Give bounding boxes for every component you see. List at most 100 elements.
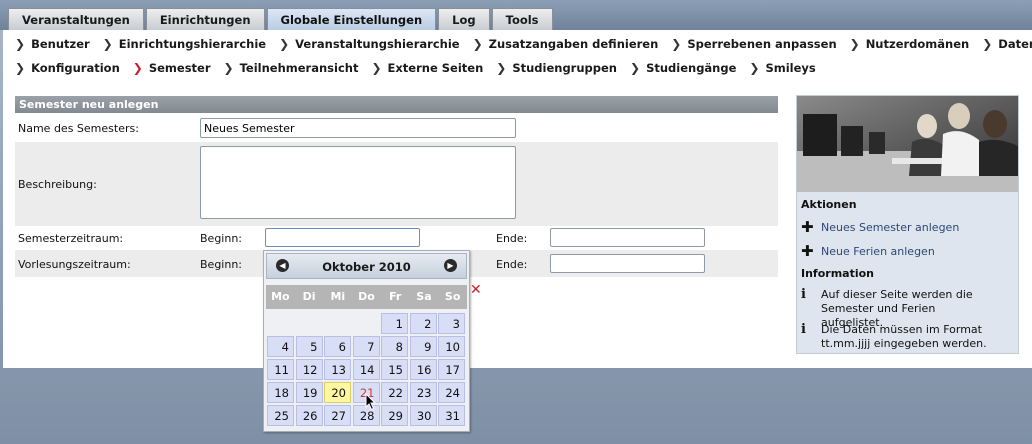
semester-end-input[interactable]	[550, 228, 705, 247]
chevron-right-icon: ❯	[982, 37, 993, 51]
subnav-item-studiengruppen[interactable]: ❯ Studiengruppen	[496, 61, 617, 75]
calendar-day[interactable]: 15	[381, 359, 408, 380]
subnav-label: Einrichtungshierarchie	[118, 37, 267, 51]
tab-globale-einstellungen[interactable]: Globale Einstellungen	[266, 8, 437, 31]
lecture-end-input[interactable]	[550, 254, 705, 273]
subnav-label: Studiengänge	[646, 61, 737, 75]
subnav-row-1: ❯ Benutzer ❯ Einrichtungshierarchie ❯ Veranst…	[15, 37, 1032, 51]
chevron-right-icon: ❯	[223, 61, 234, 75]
mouse-pointer-icon	[365, 393, 377, 411]
calendar-day[interactable]: 11	[267, 359, 294, 380]
calendar-day[interactable]: 29	[381, 405, 408, 426]
calendar-day[interactable]: 4	[267, 336, 294, 357]
calendar-day[interactable]: 31	[438, 405, 465, 426]
content-area: ❯ Benutzer ❯ Einrichtungshierarchie ❯ Veranst…	[3, 30, 1032, 368]
subnav-item-veranstaltungshierarchie[interactable]: ❯ Veranstaltungshierarchie	[279, 37, 460, 51]
calendar-empty-cell	[267, 313, 294, 334]
calendar-empty-cell	[324, 313, 351, 334]
subnav-item-einrichtungshierarchie[interactable]: ❯ Einrichtungshierarchie	[103, 37, 266, 51]
chevron-right-icon: ❯	[472, 37, 483, 51]
description-textarea[interactable]	[200, 146, 516, 219]
subnav-item-datenfelder[interactable]: ❯ Datenfelder	[982, 37, 1032, 51]
subnav-label: Smileys	[765, 61, 816, 75]
calendar-day[interactable]: 16	[409, 359, 437, 380]
subnav-item-konfiguration[interactable]: ❯ Konfiguration	[15, 61, 120, 75]
semester-end-label: Ende:	[496, 232, 528, 245]
subnav-item-teilnehmeransicht[interactable]: ❯ Teilnehmeransicht	[224, 61, 359, 75]
weekday-header: Mo Di Mi Do Fr Sa So	[266, 285, 467, 309]
weekday-label: So	[444, 290, 461, 303]
subnav-label: Teilnehmeransicht	[239, 61, 359, 75]
subnav-item-benutzer[interactable]: ❯ Benutzer	[15, 37, 90, 51]
row-name: Name des Semesters:	[15, 114, 778, 142]
calendar-empty-cell	[353, 313, 380, 334]
description-label: Beschreibung:	[18, 178, 97, 191]
subnav-item-zusatzangaben-definieren[interactable]: ❯ Zusatzangaben definieren	[473, 37, 659, 51]
calendar-day[interactable]: 3	[438, 313, 465, 334]
calendar-day[interactable]: 12	[295, 359, 323, 380]
calendar-day[interactable]: 5	[295, 336, 323, 357]
calendar-day[interactable]: 17	[438, 359, 465, 380]
calendar-day[interactable]: 23	[409, 382, 437, 403]
calendar-day[interactable]: 8	[381, 336, 408, 357]
calendar-day[interactable]: 14	[352, 359, 380, 380]
calendar-day[interactable]: 27	[324, 405, 351, 426]
weekday-label: Mi	[330, 290, 346, 303]
subnav-item-smileys[interactable]: ❯ Smileys	[749, 61, 815, 75]
close-calendar-icon[interactable]: ✕	[470, 282, 482, 300]
tab-einrichtungen[interactable]: Einrichtungen	[145, 8, 265, 30]
new-holidays-label: Neue Ferien anlegen	[821, 244, 935, 258]
calendar-day[interactable]: 20	[324, 382, 351, 403]
chevron-right-icon: ❯	[15, 61, 26, 75]
subnav-label: Datenfelder	[998, 37, 1032, 51]
calendar-day[interactable]: 2	[409, 313, 437, 334]
tab-tools[interactable]: Tools	[491, 8, 553, 30]
form-header: Semester neu anlegen	[15, 96, 778, 113]
calendar-day[interactable]: 30	[409, 405, 437, 426]
subnav-item-studieng-nge[interactable]: ❯ Studiengänge	[630, 61, 736, 75]
semester-name-input[interactable]	[200, 118, 516, 138]
calendar-day[interactable]: 7	[352, 336, 380, 357]
calendar-day[interactable]: 24	[438, 382, 465, 403]
calendar-day[interactable]: 9	[409, 336, 437, 357]
semester-begin-label: Beginn:	[200, 232, 243, 245]
top-tab-bar: Veranstaltungen Einrichtungen Globale Eins…	[0, 0, 1032, 31]
row-semester-period: Semesterzeitraum: Beginn: Ende:	[15, 226, 778, 250]
main-tabs: Veranstaltungen Einrichtungen Globale Eins…	[8, 8, 555, 31]
new-holidays-link[interactable]: ✚ Neue Ferien anlegen	[801, 242, 935, 260]
subnav-item-externe-seiten[interactable]: ❯ Externe Seiten	[371, 61, 483, 75]
subnav-item-nutzerdom-nen[interactable]: ❯ Nutzerdomänen	[850, 37, 970, 51]
chevron-right-icon: ❯	[749, 61, 760, 75]
subnav-label: Zusatzangaben definieren	[488, 37, 659, 51]
lecture-period-label: Vorlesungszeitraum:	[18, 258, 131, 271]
calendar-day[interactable]: 22	[381, 382, 408, 403]
next-month-icon[interactable]: ▶	[444, 259, 457, 272]
subnav-label: Konfiguration	[31, 61, 120, 75]
name-label: Name des Semesters:	[18, 122, 139, 135]
subnav-label: Semester	[148, 61, 211, 75]
calendar-day[interactable]: 25	[267, 405, 294, 426]
subnav-label: Benutzer	[31, 37, 90, 51]
calendar-day[interactable]: 18	[267, 382, 294, 403]
semester-begin-input[interactable]	[265, 228, 420, 247]
subnav-item-sperrebenen-anpassen[interactable]: ❯ Sperrebenen anpassen	[671, 37, 836, 51]
subnav-item-semester[interactable]: ❯ Semester	[133, 61, 211, 75]
row-description: Beschreibung:	[15, 142, 778, 226]
calendar-header: ◀ Oktober 2010 ▶	[266, 253, 467, 279]
chevron-right-icon: ❯	[671, 37, 682, 51]
students-photo	[797, 96, 1018, 192]
calendar-month-title: Oktober 2010	[322, 260, 411, 274]
information-title: Information	[801, 267, 874, 280]
chevron-right-icon: ❯	[496, 61, 507, 75]
tab-veranstaltungen[interactable]: Veranstaltungen	[8, 8, 144, 30]
chevron-right-icon: ❯	[132, 61, 143, 75]
calendar-day[interactable]: 6	[324, 336, 351, 357]
calendar-day[interactable]: 26	[295, 405, 323, 426]
new-semester-link[interactable]: ✚ Neues Semester anlegen	[801, 218, 959, 236]
calendar-day[interactable]: 13	[324, 359, 351, 380]
tab-log[interactable]: Log	[438, 8, 490, 30]
calendar-day[interactable]: 10	[438, 336, 465, 357]
calendar-day[interactable]: 1	[381, 313, 408, 334]
calendar-day[interactable]: 19	[295, 382, 323, 403]
subnav-row-2: ❯ Konfiguration ❯ Semester ❯ Teilnehmeransich…	[15, 61, 829, 75]
